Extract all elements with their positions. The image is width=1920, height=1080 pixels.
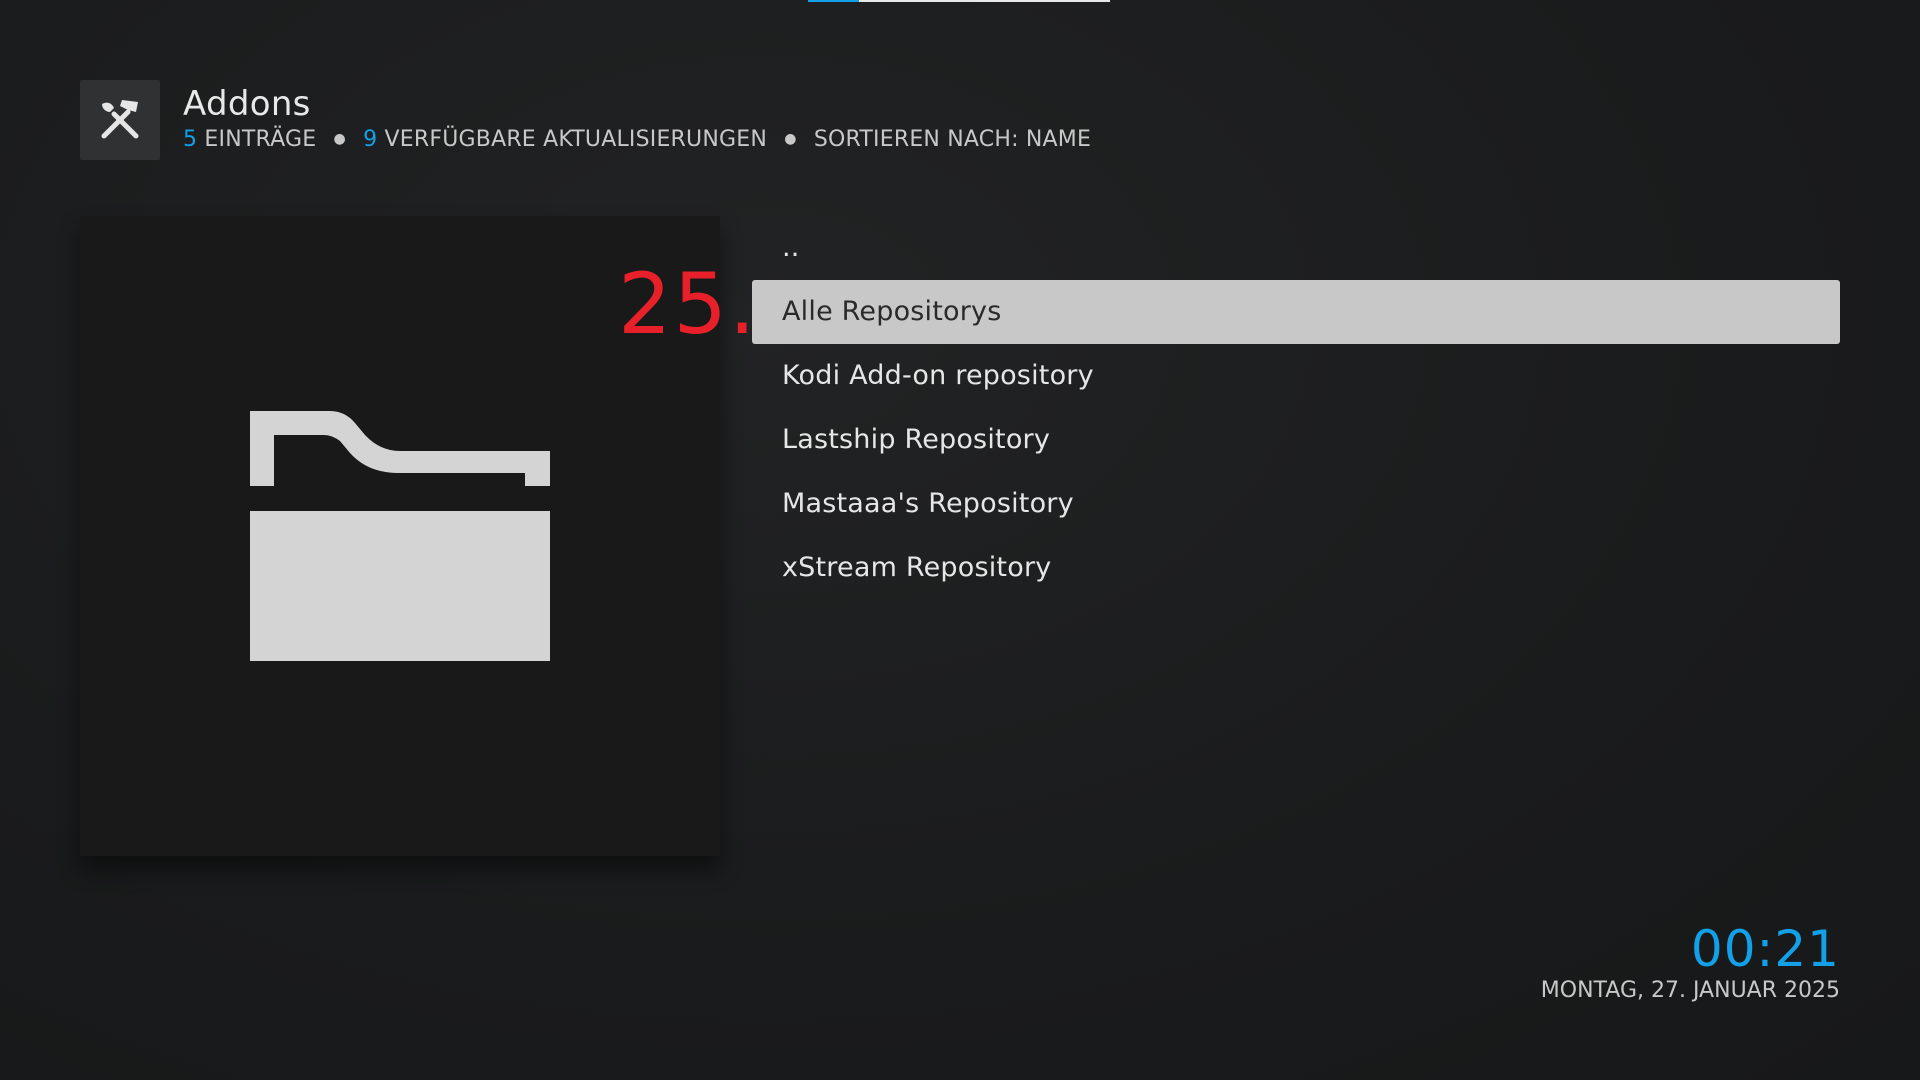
top-progress-bar: [808, 0, 1110, 2]
list-item-all-repositories[interactable]: Alle Repositorys: [752, 280, 1840, 344]
header-info: 5 EINTRÄGE ● 9 VERFÜGBARE AKTUALISIERUNG…: [183, 127, 1091, 152]
addons-header-icon: [80, 80, 160, 160]
screen: Addons 5 EINTRÄGE ● 9 VERFÜGBARE AKTUALI…: [0, 0, 1920, 1080]
tools-icon: [101, 100, 139, 139]
step-annotation: 25.: [618, 255, 758, 353]
entries-label: EINTRÄGE: [204, 127, 317, 152]
updates-count: 9: [363, 127, 378, 152]
list-item-lastship-repository[interactable]: Lastship Repository: [752, 408, 1840, 472]
entries-count: 5: [183, 127, 198, 152]
list-item-parent[interactable]: ..: [752, 216, 1840, 280]
item-list: .. Alle Repositorys Kodi Add-on reposito…: [752, 216, 1840, 600]
folder-icon: [250, 411, 550, 661]
list-item-kodi-repository[interactable]: Kodi Add-on repository: [752, 344, 1840, 408]
list-item-xstream-repository[interactable]: xStream Repository: [752, 536, 1840, 600]
separator-dot: ●: [333, 131, 346, 147]
progress-fill: [808, 0, 860, 2]
sort-label[interactable]: SORTIEREN NACH: NAME: [814, 127, 1091, 152]
separator-dot: ●: [784, 131, 797, 147]
clock-date: MONTAG, 27. JANUAR 2025: [1540, 978, 1840, 1003]
updates-label: VERFÜGBARE AKTUALISIERUNGEN: [384, 127, 768, 152]
list-item-mastaaa-repository[interactable]: Mastaaa's Repository: [752, 472, 1840, 536]
page-title: Addons: [183, 84, 311, 124]
clock-time: 00:21: [1690, 920, 1840, 978]
